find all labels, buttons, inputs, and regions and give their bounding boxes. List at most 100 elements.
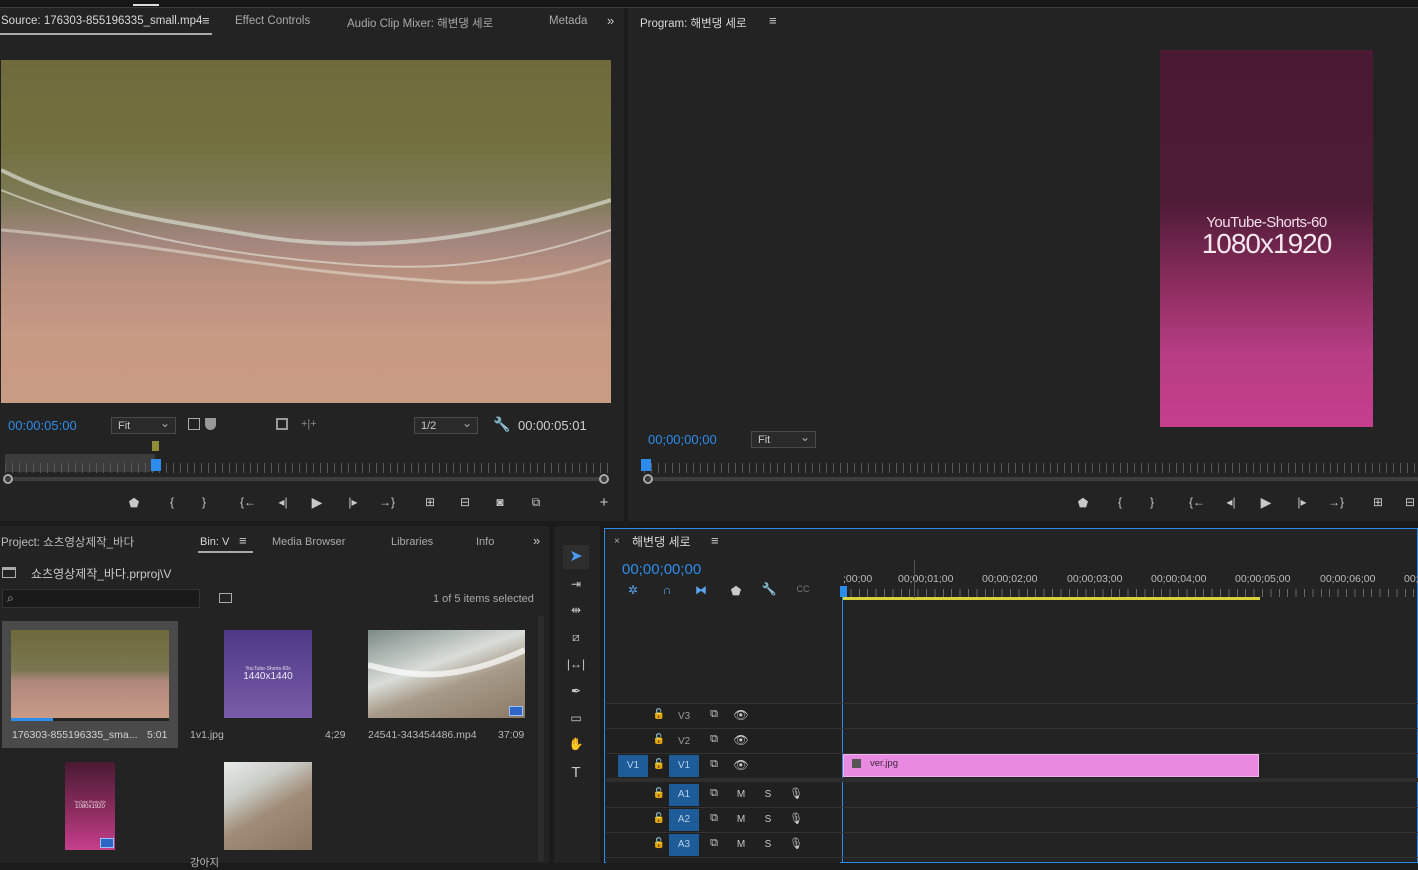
tab-info[interactable]: Info	[476, 536, 494, 548]
work-area-bar[interactable]	[842, 597, 1260, 600]
track-target-a1[interactable]: A1	[669, 784, 699, 806]
project-search-input[interactable]: ⌕	[2, 589, 200, 608]
program-step-back-icon[interactable]: ◂|	[1221, 495, 1241, 509]
timeline-close-icon[interactable]: ×	[614, 536, 620, 547]
program-step-forward-icon[interactable]: |▸	[1292, 495, 1312, 509]
button-editor-icon[interactable]: ⧉	[526, 495, 546, 510]
go-to-out-icon[interactable]: →}	[377, 495, 397, 509]
eye-icon[interactable]: 👁	[731, 758, 751, 772]
tab-audio-clip-mixer[interactable]: Audio Clip Mixer: 해변댕 세로	[347, 15, 493, 31]
mute-button[interactable]: M	[731, 789, 751, 800]
add-marker-timeline-icon[interactable]: ⬟	[726, 584, 746, 598]
program-lift-icon[interactable]: ⊞	[1368, 495, 1388, 509]
program-go-to-in-icon[interactable]: {←	[1187, 495, 1207, 509]
track-select-tool-icon[interactable]: ⇥	[566, 577, 586, 591]
project-scrollbar[interactable]	[538, 616, 544, 861]
lock-icon[interactable]: 🔓	[649, 709, 669, 720]
lock-icon[interactable]: 🔓	[649, 813, 669, 824]
timeline-playhead-head[interactable]	[840, 586, 847, 597]
add-marker-icon[interactable]: ⬟	[124, 496, 144, 510]
step-back-icon[interactable]: ◂|	[273, 495, 293, 509]
microphone-icon[interactable]: 🎙	[786, 812, 806, 825]
program-fit-dropdown[interactable]: Fit	[751, 430, 816, 448]
go-to-in-icon[interactable]: {←	[238, 495, 258, 509]
tab-metadata[interactable]: Metada	[549, 15, 587, 27]
new-search-bin-icon[interactable]	[219, 593, 232, 603]
export-frame-camera-icon[interactable]: ◙	[490, 495, 510, 509]
lock-icon[interactable]: 🔓	[649, 838, 669, 849]
program-extract-icon[interactable]: ⊟	[1400, 495, 1418, 509]
sync-lock-icon[interactable]: ⧉	[704, 758, 724, 771]
mark-in-icon[interactable]: {	[162, 495, 182, 509]
tab-bin-v[interactable]: Bin: V	[200, 536, 229, 548]
bin-thumb-vertical[interactable]: YouTube-Shorts-60s 1080x1920	[65, 762, 115, 850]
source-zoom-handle-left[interactable]	[3, 474, 13, 484]
source-playhead[interactable]	[151, 459, 161, 471]
tab-project[interactable]: Project: 쇼츠영상제작_바다	[1, 534, 134, 550]
bin-up-folder-icon[interactable]	[2, 567, 16, 578]
tab-media-browser[interactable]: Media Browser	[272, 536, 345, 548]
lock-icon[interactable]: 🔓	[649, 759, 669, 770]
bin-thumb-beach-video[interactable]	[11, 630, 169, 719]
program-mark-out-icon[interactable]: }	[1142, 495, 1162, 509]
tab-effect-controls[interactable]: Effect Controls	[235, 15, 310, 27]
step-forward-icon[interactable]: |▸	[343, 495, 363, 509]
track-target-a3[interactable]: A3	[669, 834, 699, 856]
solo-button[interactable]: S	[758, 814, 778, 825]
eye-icon[interactable]: 👁	[731, 708, 751, 722]
rectangle-tool-icon[interactable]: ▭	[566, 711, 586, 725]
drag-video-only-icon[interactable]	[276, 418, 288, 430]
source-settings-wrench-icon[interactable]: 🔧	[493, 416, 510, 433]
source-fit-dropdown[interactable]: Fit	[111, 416, 176, 434]
track-target-a2[interactable]: A2	[669, 809, 699, 831]
program-zoom-bar[interactable]	[646, 477, 1418, 481]
sync-lock-icon[interactable]: ⧉	[704, 708, 724, 721]
bin-thumb-1v1[interactable]: YouTube-Shorts-60s 1440x1440	[224, 630, 312, 718]
solo-button[interactable]: S	[758, 789, 778, 800]
overwrite-icon[interactable]: ⊟	[455, 495, 475, 509]
ripple-edit-tool-icon[interactable]: ⇹	[566, 603, 586, 617]
add-button-plus-icon[interactable]: +	[594, 494, 614, 511]
bin-thumb-dog[interactable]	[224, 762, 312, 850]
source-patch-v1[interactable]: V1	[618, 755, 648, 777]
lock-icon[interactable]: 🔓	[649, 734, 669, 745]
source-zoom-bar[interactable]	[5, 477, 607, 481]
insert-icon[interactable]: ⊞	[420, 495, 440, 509]
source-zoom-handle-right[interactable]	[599, 474, 609, 484]
bin-thumb-24541[interactable]	[368, 630, 525, 718]
timeline-settings-wrench-icon[interactable]: 🔧	[759, 582, 779, 596]
source-resolution-dropdown[interactable]: 1/2	[414, 416, 478, 434]
program-title[interactable]: Program: 해변댕 세로	[640, 15, 747, 31]
project-overflow-icon[interactable]: »	[533, 533, 540, 548]
tab-source[interactable]: Source: 176303-855196335_small.mp4	[1, 15, 202, 27]
type-tool-icon[interactable]: T	[566, 764, 586, 781]
mute-button[interactable]: M	[731, 839, 751, 850]
lock-icon[interactable]: 🔓	[649, 788, 669, 799]
snap-magnet-icon[interactable]: ∩	[657, 583, 677, 597]
program-menu-icon[interactable]: ≡	[769, 13, 777, 28]
source-tab-menu-icon[interactable]: ≡	[202, 13, 210, 28]
timeline-clip-ver-jpg[interactable]: ver.jpg	[843, 754, 1259, 777]
sync-lock-icon[interactable]: ⧉	[704, 837, 724, 850]
play-icon[interactable]: ▶	[307, 494, 327, 511]
track-target-v1[interactable]: V1	[669, 755, 699, 777]
insert-overwrite-nest-icon[interactable]: ✲	[623, 583, 643, 597]
hand-tool-icon[interactable]: ✋	[566, 737, 586, 751]
program-mark-in-icon[interactable]: {	[1110, 495, 1130, 509]
captions-icon[interactable]: CC	[793, 584, 813, 594]
timeline-timecode[interactable]: 00;00;00;00	[622, 561, 701, 578]
program-playhead[interactable]	[641, 459, 651, 471]
drag-audio-only-icon[interactable]: +|+	[301, 418, 317, 430]
pen-tool-icon[interactable]: ✒	[566, 684, 586, 698]
microphone-icon[interactable]: 🎙	[786, 837, 806, 850]
program-add-marker-icon[interactable]: ⬟	[1073, 496, 1093, 510]
slip-tool-icon[interactable]: |↔|	[566, 657, 586, 671]
program-play-icon[interactable]: ▶	[1256, 494, 1276, 511]
panel-overflow-icon[interactable]: »	[607, 13, 614, 28]
sync-lock-icon[interactable]: ⧉	[704, 733, 724, 746]
program-timecode[interactable]: 00;00;00;00	[648, 432, 717, 447]
razor-tool-icon[interactable]: ⧄	[566, 630, 586, 645]
solo-button[interactable]: S	[758, 839, 778, 850]
selection-tool-icon[interactable]: ➤	[563, 545, 589, 569]
bin-menu-icon[interactable]: ≡	[239, 533, 247, 548]
